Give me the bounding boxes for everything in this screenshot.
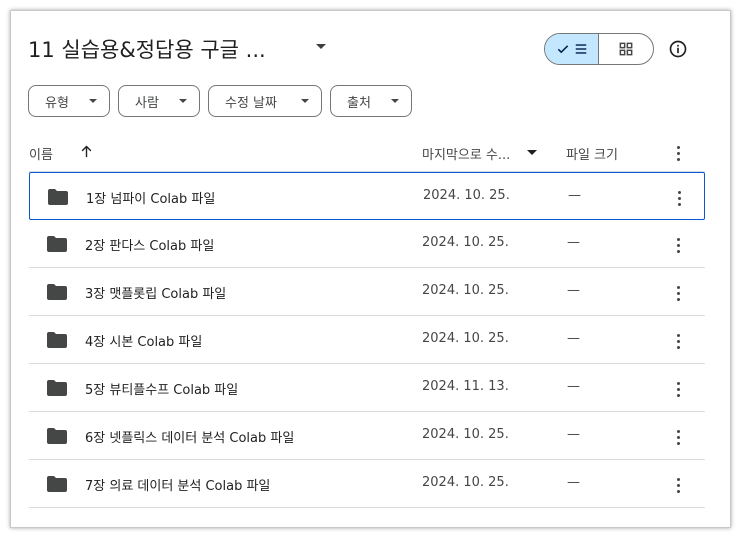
column-header-size[interactable]: 파일 크기 — [566, 144, 618, 163]
view-toggle — [544, 33, 654, 65]
filter-people-chip[interactable]: 사람 — [118, 85, 200, 117]
more-vert-icon[interactable] — [676, 238, 680, 253]
filter-source-chip[interactable]: 출처 — [330, 85, 412, 117]
more-vert-icon[interactable] — [676, 478, 680, 493]
file-name: 1장 넘파이 Colab 파일 — [86, 192, 216, 207]
modified-date: 2024. 10. 25. — [422, 331, 509, 346]
file-size: — — [567, 379, 580, 394]
chevron-down-icon — [89, 99, 97, 103]
folder-icon — [47, 476, 67, 492]
file-name: 5장 뷰티플수프 Colab 파일 — [85, 383, 239, 398]
filter-modified-label: 수정 날짜 — [225, 95, 277, 111]
file-name: 4장 시본 Colab 파일 — [85, 335, 203, 350]
more-vert-icon[interactable] — [676, 334, 680, 349]
more-vert-icon[interactable] — [676, 382, 680, 397]
folder-icon — [48, 189, 68, 205]
filter-people-label: 사람 — [135, 95, 159, 111]
more-vert-icon[interactable] — [676, 430, 680, 445]
column-header-modified[interactable]: 마지막으로 수... — [422, 144, 510, 163]
chevron-down-icon — [179, 99, 187, 103]
filter-type-chip[interactable]: 유형 — [28, 85, 110, 117]
checkmark-icon — [557, 45, 568, 54]
info-icon[interactable] — [668, 39, 688, 59]
folder-icon — [47, 284, 67, 300]
folder-icon — [47, 332, 67, 348]
grid-view-icon — [619, 42, 633, 56]
table-row[interactable]: 6장 넷플릭스 데이터 분석 Colab 파일 2024. 10. 25. — — [29, 412, 705, 460]
file-list: 1장 넘파이 Colab 파일 2024. 10. 25. — 2장 판다스 C… — [29, 172, 705, 508]
more-vert-icon[interactable] — [676, 146, 680, 161]
file-size: — — [567, 331, 580, 346]
file-name: 3장 맷플롯립 Colab 파일 — [85, 287, 227, 302]
file-size: — — [567, 235, 580, 250]
modified-date: 2024. 10. 25. — [422, 475, 509, 490]
chevron-down-icon — [391, 99, 399, 103]
filter-source-label: 출처 — [347, 95, 371, 111]
more-vert-icon[interactable] — [677, 191, 681, 206]
folder-icon — [47, 380, 67, 396]
title-dropdown-icon[interactable] — [316, 44, 326, 49]
file-name: 6장 넷플릭스 데이터 분석 Colab 파일 — [85, 431, 295, 446]
table-row[interactable]: 3장 맷플롯립 Colab 파일 2024. 10. 25. — — [29, 268, 705, 316]
file-size: — — [568, 188, 581, 203]
folder-title[interactable]: 11 실습용&정답용 구글 ... — [28, 34, 266, 64]
file-size: — — [567, 283, 580, 298]
modified-date: 2024. 10. 25. — [422, 235, 509, 250]
modified-date: 2024. 10. 25. — [422, 283, 509, 298]
more-vert-icon[interactable] — [676, 286, 680, 301]
filter-type-label: 유형 — [45, 95, 69, 111]
modified-date: 2024. 10. 25. — [422, 427, 509, 442]
folder-icon — [47, 428, 67, 444]
chevron-down-icon — [301, 99, 309, 103]
column-header-name[interactable]: 이름 — [29, 144, 53, 163]
file-size: — — [567, 427, 580, 442]
table-row[interactable]: 2장 판다스 Colab 파일 2024. 10. 25. — — [29, 220, 705, 268]
table-row[interactable]: 7장 의료 데이터 분석 Colab 파일 2024. 10. 25. — — [29, 460, 705, 508]
sort-dropdown-icon[interactable] — [527, 150, 537, 155]
folder-icon — [47, 236, 67, 252]
list-view-button[interactable] — [545, 34, 600, 64]
grid-view-button[interactable] — [599, 34, 653, 64]
file-name: 2장 판다스 Colab 파일 — [85, 239, 215, 254]
modified-date: 2024. 11. 13. — [422, 379, 509, 394]
file-size: — — [567, 475, 580, 490]
modified-date: 2024. 10. 25. — [423, 188, 510, 203]
table-row[interactable]: 4장 시본 Colab 파일 2024. 10. 25. — — [29, 316, 705, 364]
table-row[interactable]: 1장 넘파이 Colab 파일 2024. 10. 25. — — [29, 172, 705, 220]
file-name: 7장 의료 데이터 분석 Colab 파일 — [85, 479, 271, 494]
list-view-icon — [575, 44, 586, 54]
filter-modified-chip[interactable]: 수정 날짜 — [208, 85, 322, 117]
arrow-up-icon[interactable] — [79, 144, 94, 159]
table-row[interactable]: 5장 뷰티플수프 Colab 파일 2024. 11. 13. — — [29, 364, 705, 412]
